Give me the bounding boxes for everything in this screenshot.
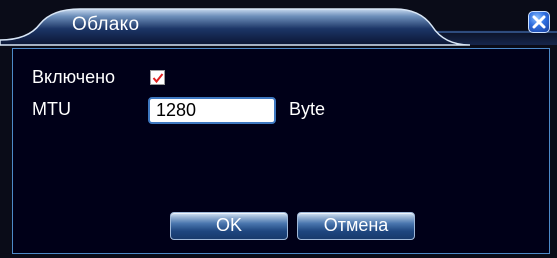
dialog-title: Облако bbox=[72, 14, 140, 35]
close-icon bbox=[532, 15, 546, 29]
title-bar: Облако bbox=[0, 0, 557, 46]
mtu-input[interactable] bbox=[148, 97, 276, 124]
enabled-label: Включено bbox=[32, 67, 116, 87]
enabled-checkbox[interactable] bbox=[150, 70, 165, 85]
cloud-settings-dialog: Облако Включено MTU Byte OK Отмена bbox=[0, 0, 557, 258]
mtu-label: MTU bbox=[32, 99, 71, 119]
checkmark-icon bbox=[152, 73, 164, 84]
mtu-unit-label: Byte bbox=[289, 99, 326, 119]
close-button[interactable] bbox=[528, 11, 550, 33]
ok-button[interactable]: OK bbox=[170, 212, 288, 240]
cancel-button[interactable]: Отмена bbox=[297, 212, 415, 240]
